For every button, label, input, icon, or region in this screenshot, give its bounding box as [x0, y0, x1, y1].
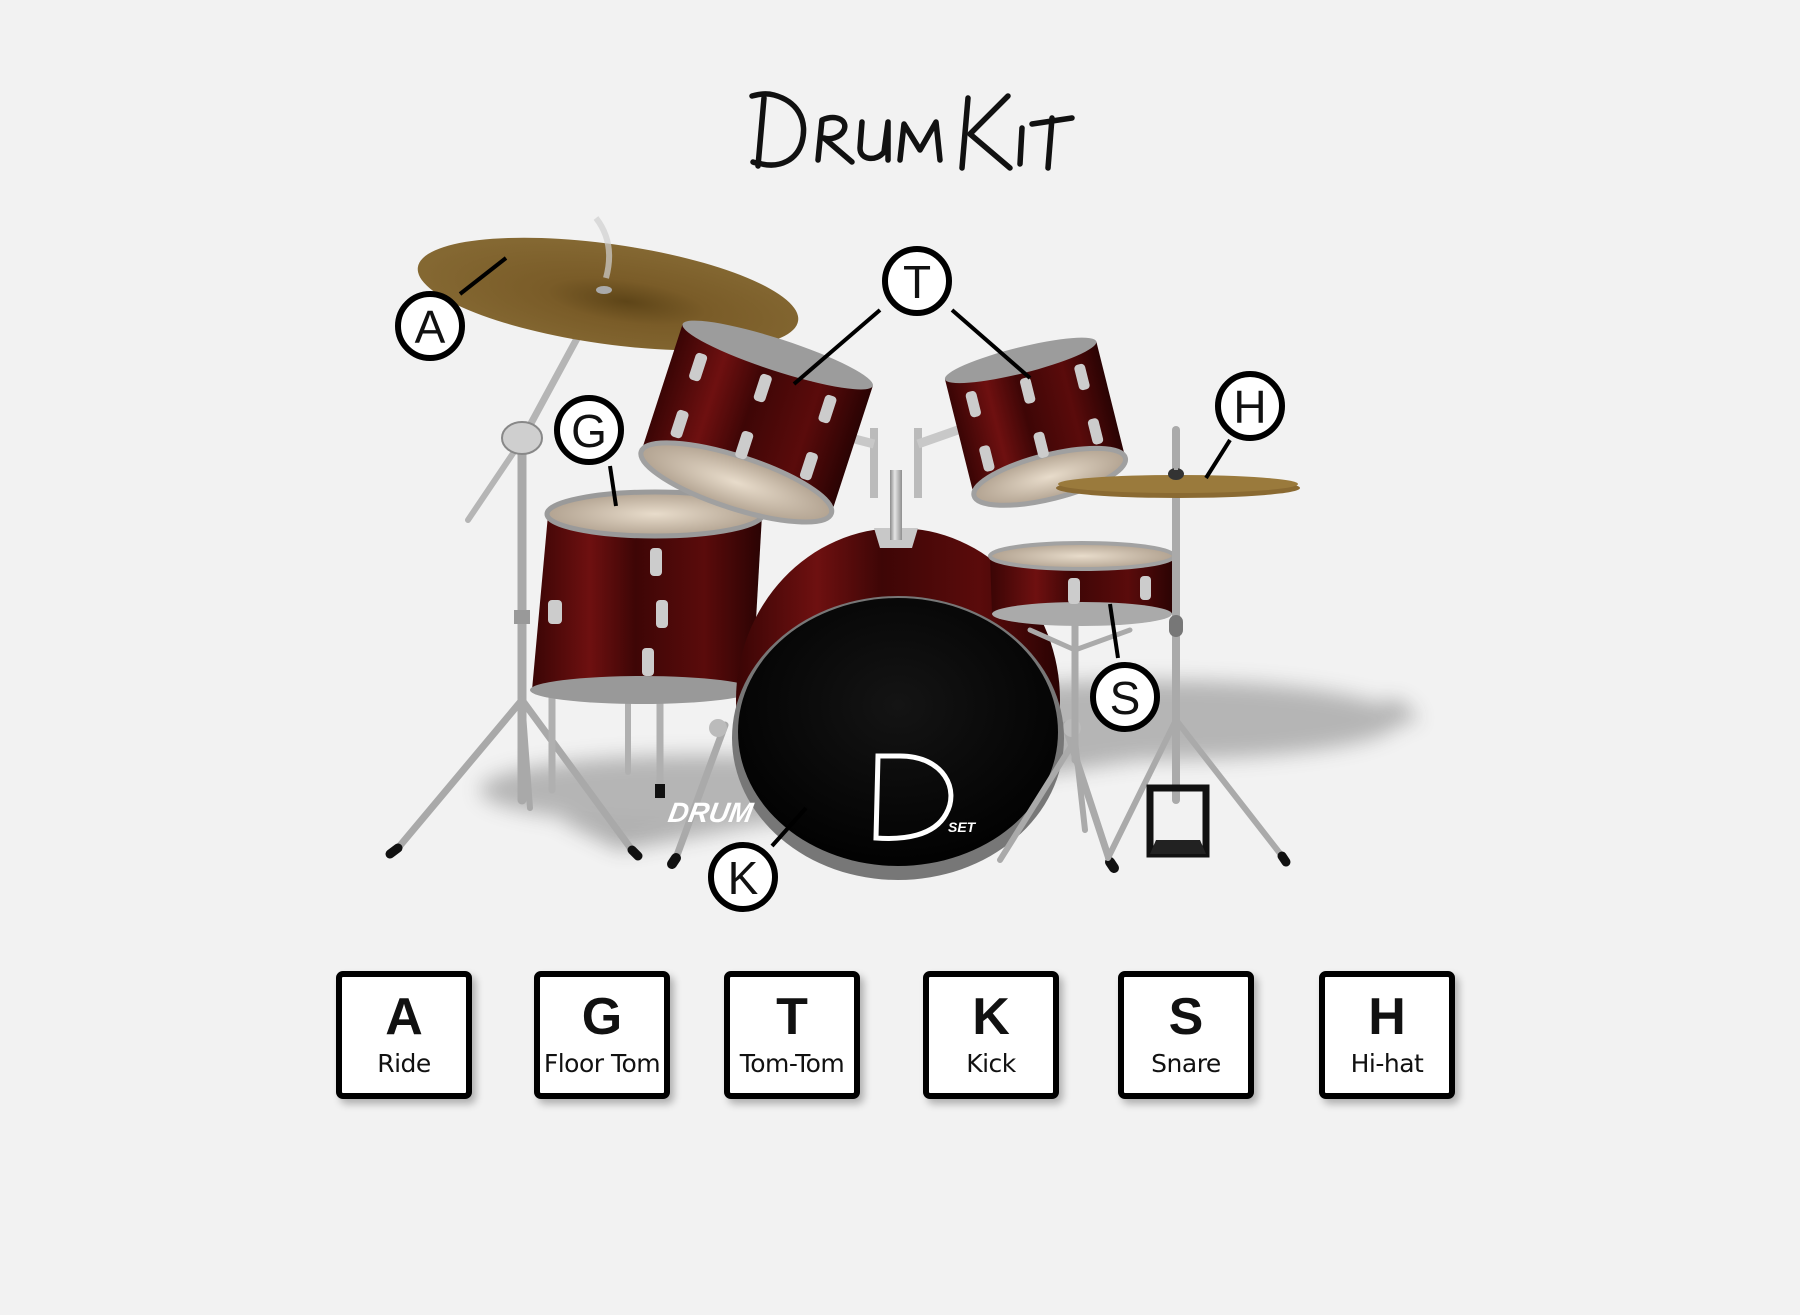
key-label: Snare — [1151, 1049, 1221, 1078]
key-label: Floor Tom — [543, 1049, 661, 1078]
key-letter: K — [972, 988, 1010, 1046]
key-letter: T — [776, 988, 808, 1046]
callout-ride-letter: A — [415, 301, 446, 353]
drum-kit-page: DRUM SET A G T H S K A Ride G Floor Tom … — [0, 0, 1800, 1315]
floor-tom — [530, 489, 766, 704]
snare-drum — [988, 541, 1176, 626]
logo-text: DRUM — [666, 796, 756, 828]
logo-subtext: SET — [948, 819, 977, 835]
drum-kit-illustration: DRUM SET A G T H S K — [385, 216, 1420, 912]
key-label: Hi-hat — [1350, 1049, 1424, 1078]
key-letter: H — [1368, 988, 1406, 1046]
key-floor-tom[interactable]: G Floor Tom — [534, 971, 670, 1099]
key-hi-hat[interactable]: H Hi-hat — [1319, 971, 1455, 1099]
key-letter: A — [385, 988, 423, 1046]
key-letter: G — [581, 988, 623, 1046]
callout-hi-hat-letter: H — [1233, 381, 1266, 433]
callout-kick-letter: K — [728, 852, 759, 904]
key-label: Ride — [377, 1049, 431, 1078]
callout-tom-toms-letter: T — [903, 256, 931, 308]
key-kick[interactable]: K Kick — [923, 971, 1059, 1099]
callout-snare-letter: S — [1110, 672, 1141, 724]
key-snare[interactable]: S Snare — [1118, 971, 1254, 1099]
key-tom-tom[interactable]: T Tom-Tom — [724, 971, 860, 1099]
callout-hi-hat: H — [1204, 371, 1285, 480]
key-label: Kick — [966, 1049, 1016, 1078]
key-ride[interactable]: A Ride — [336, 971, 472, 1099]
key-letter: S — [1168, 988, 1204, 1046]
callout-floor-tom-letter: G — [571, 405, 607, 457]
callout-floor-tom: G — [554, 395, 624, 507]
key-label: Tom-Tom — [739, 1049, 845, 1078]
